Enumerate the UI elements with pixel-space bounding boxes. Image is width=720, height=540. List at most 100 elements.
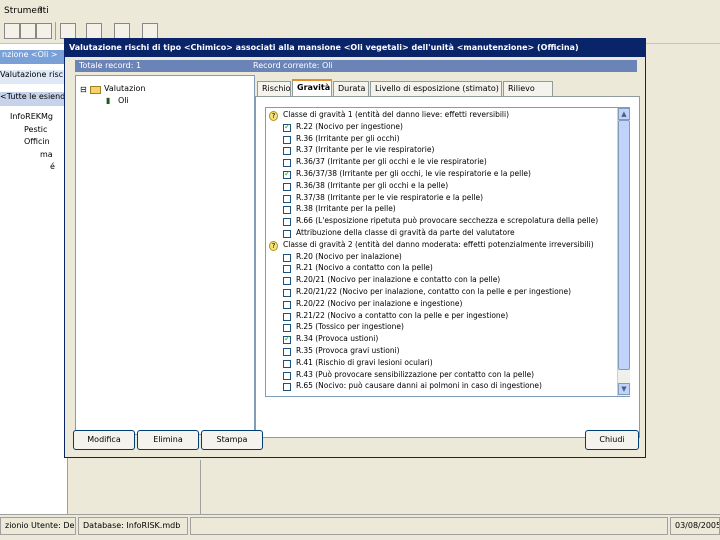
close-button[interactable]: Chiudi: [585, 430, 639, 450]
risk-phrase-checkbox[interactable]: [283, 348, 291, 356]
risk-phrase-label: Attribuzione della classe di gravità da …: [296, 228, 515, 237]
current-record-label: Record corrente: Oli: [249, 60, 637, 72]
toolbar-button-2[interactable]: [20, 23, 36, 39]
risk-phrase-label: R.25 (Tossico per ingestione): [296, 322, 404, 332]
risk-phrase-label: R.21/22 (Nocivo a contatto con la pelle …: [296, 310, 509, 320]
risk-phrase-label: R.20/21 (Nocivo per inalazione e contatt…: [296, 275, 501, 285]
risk-phrase-checkbox[interactable]: [283, 334, 291, 345]
risk-phrase-item: R.36 (Irritante per gli occhi): [266, 134, 616, 146]
risk-phrase-checkbox[interactable]: [283, 371, 291, 380]
severity-checklist[interactable]: ? Classe di gravità 1 (entità del danno l…: [265, 107, 630, 397]
tree-item-officin[interactable]: Officin: [24, 137, 50, 146]
print-button[interactable]: Stampa: [201, 430, 263, 450]
risk-phrase-checkbox[interactable]: [283, 289, 291, 297]
risk-phrase-checkbox[interactable]: [283, 194, 291, 203]
risk-phrase-label: R.36 (Irritante per gli occhi): [296, 133, 400, 143]
gear-icon[interactable]: [60, 23, 76, 39]
background-panel: [200, 460, 720, 514]
risk-phrase-label: R.20 (Nocivo per inalazione): [296, 251, 402, 261]
risk-phrase-checkbox[interactable]: [283, 147, 291, 156]
left-panel-title: nzione <Oli >: [0, 50, 68, 64]
help-icon: ?: [269, 240, 278, 251]
risk-phrase-item: Attribuzione della classe di gravità da …: [266, 228, 616, 240]
risk-phrase-item: R.65 (Nocivo: può causare danni ai polmo…: [266, 381, 616, 393]
risk-phrase-item: R.34 (Provoca ustioni): [266, 334, 616, 346]
menu-help[interactable]: ?: [38, 6, 43, 16]
tab-livello-esposizione[interactable]: Livello di esposizione (stimato): [370, 81, 502, 96]
risk-phrase-checkbox[interactable]: [283, 324, 291, 333]
risk-phrase-checkbox[interactable]: [283, 169, 291, 179]
risk-phrase-checkbox[interactable]: [283, 277, 291, 286]
list-scrollbar[interactable]: ▲ ▼: [617, 108, 630, 396]
risk-phrase-checkbox[interactable]: [283, 218, 291, 227]
risk-phrase-item: R.43 (Può provocare sensibilizzazione pe…: [266, 370, 616, 382]
scroll-up-button[interactable]: ▲: [618, 108, 630, 120]
risk-phrase-item: R.66 (L'esposizione ripetuta può provoca…: [266, 216, 616, 228]
risk-phrase-item: R.38 (Irritante per la pelle): [266, 204, 616, 216]
toolbar-separator: [55, 22, 56, 40]
risk-phrase-checkbox[interactable]: [283, 230, 291, 238]
tab-gravita[interactable]: Gravità: [292, 79, 332, 97]
tab-rischio[interactable]: Rischio: [257, 81, 291, 96]
risk-phrase-item: R.35 (Provoca gravi ustioni): [266, 346, 616, 358]
tree-item-pestic[interactable]: Pestic: [24, 125, 47, 134]
toolbar-button-3[interactable]: [36, 23, 52, 39]
severity-class-label: Classe di gravità 1 (entità del danno li…: [283, 110, 510, 119]
risk-phrase-label: R.37/38 (Irritante per le vie respirator…: [296, 192, 484, 202]
risk-phrase-item: R.37 (Irritante per le vie respiratorie): [266, 145, 616, 157]
risk-phrase-checkbox[interactable]: [283, 206, 291, 215]
left-row-tutte[interactable]: <Tutte le esiend: [0, 92, 68, 106]
lock-icon[interactable]: [114, 23, 130, 39]
tree-root-label[interactable]: Valutazion: [104, 84, 145, 93]
risk-phrase-checkbox[interactable]: [283, 182, 291, 191]
tree-child-label[interactable]: Oli: [118, 96, 129, 105]
tree-item-inforek[interactable]: InfoREKMg: [10, 112, 53, 121]
risk-phrase-item: R.36/37 (Irritante per gli occhi e le vi…: [266, 157, 616, 169]
risk-phrase-item: R.36/37/38 (Irritante per gli occhi, le …: [266, 169, 616, 181]
tree-item-sub[interactable]: é: [50, 162, 55, 171]
record-tree[interactable]: ⊟ Valutazion ▮ Oli: [75, 75, 255, 435]
tab-rilievo[interactable]: Rilievo: [503, 81, 553, 96]
risk-phrase-checkbox[interactable]: [283, 265, 291, 274]
risk-phrase-label: R.20/21/22 (Nocivo per inalazione, conta…: [296, 287, 572, 296]
scroll-down-button[interactable]: ▼: [618, 383, 630, 395]
window-icon[interactable]: [86, 23, 102, 39]
risk-evaluation-dialog: Valutazione rischi di tipo <Chimico> ass…: [64, 38, 646, 458]
book-icon[interactable]: [142, 23, 158, 39]
risk-phrase-checkbox[interactable]: [283, 359, 291, 368]
scroll-thumb[interactable]: [618, 120, 630, 370]
risk-phrase-label: R.38 (Irritante per la pelle): [296, 204, 396, 214]
risk-phrase-label: R.34 (Provoca ustioni): [296, 334, 379, 344]
toolbar-button-1[interactable]: [4, 23, 20, 39]
risk-phrase-label: R.35 (Provoca gravi ustioni): [296, 346, 400, 355]
oil-icon: ▮: [106, 96, 111, 105]
risk-phrase-label: R.36/37 (Irritante per gli occhi e le vi…: [296, 157, 487, 167]
risk-phrase-checkbox[interactable]: [283, 300, 291, 309]
risk-phrase-checkbox[interactable]: [283, 253, 291, 262]
risk-phrase-label: R.36/38 (Irritante per gli occhi e la pe…: [296, 180, 449, 190]
status-date: 03/08/2005: [670, 517, 720, 535]
left-row-valutazione[interactable]: Valutazione risc: [0, 70, 68, 84]
dialog-title: Valutazione rischi di tipo <Chimico> ass…: [65, 39, 645, 57]
tree-item-ma[interactable]: ma: [40, 150, 53, 159]
risk-phrase-label: R.22 (Nocivo per ingestione): [296, 121, 403, 131]
risk-phrase-item: R.37/38 (Irritante per le vie respirator…: [266, 193, 616, 205]
status-database: Database: InfoRISK.mdb: [78, 517, 188, 535]
risk-phrase-checkbox[interactable]: [283, 122, 291, 132]
delete-button[interactable]: Elimina: [137, 430, 199, 450]
risk-phrase-checkbox[interactable]: [283, 159, 291, 168]
folder-icon: [90, 86, 101, 94]
tab-durata[interactable]: Durata: [333, 81, 369, 96]
severity-class-header: ? Classe di gravità 2 (entità del danno m…: [266, 240, 616, 252]
risk-phrase-checkbox[interactable]: [283, 135, 291, 144]
tree-expand-icon[interactable]: ⊟: [80, 85, 87, 94]
severity-class-label: Classe di gravità 2 (entità del danno mo…: [283, 239, 594, 249]
risk-phrase-item: R.20/21/22 (Nocivo per inalazione, conta…: [266, 287, 616, 299]
edit-button[interactable]: Modifica: [73, 430, 135, 450]
risk-phrase-checkbox[interactable]: [283, 383, 291, 392]
risk-phrase-label: R.21 (Nocivo a contatto con la pelle): [296, 263, 433, 273]
help-icon: ?: [269, 111, 278, 121]
risk-phrase-label: R.65 (Nocivo: può causare danni ai polmo…: [296, 381, 542, 391]
total-record-label: Totale record: 1: [75, 60, 253, 72]
risk-phrase-checkbox[interactable]: [283, 312, 291, 321]
